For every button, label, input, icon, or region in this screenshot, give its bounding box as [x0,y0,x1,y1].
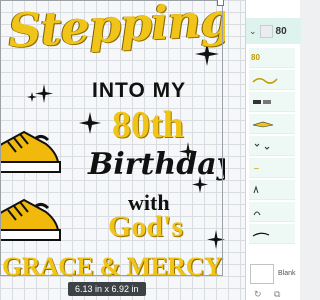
layer-item[interactable] [249,224,295,244]
layer-preview-icon [254,143,270,150]
layer-item-label: 80 [251,53,260,62]
blank-canvas-label: Blank [278,270,296,277]
layer-group-row[interactable]: ⌄ 80 [246,18,301,44]
layer-preview-icon [252,77,278,84]
layer-item[interactable]: 80 [249,48,295,68]
layer-preview-icon [253,99,271,104]
into-my-text: INTO MY [92,79,187,102]
design-canvas[interactable]: Stepping INTO MY 80th Birthday with God'… [0,0,245,300]
layer-preview-icon [253,211,261,215]
layer-item[interactable] [249,180,295,200]
layer-item[interactable] [249,136,295,156]
layer-preview-icon: ~ [253,164,260,173]
history-icon[interactable]: ↻ [254,289,262,300]
gods-text: God's [108,210,184,243]
layer-item[interactable]: ~ [249,158,295,178]
artwork[interactable]: Stepping INTO MY 80th Birthday with God'… [0,0,225,290]
layer-thumbnail [259,24,273,38]
layer-preview-icon [253,184,259,193]
size-readout: 6.13 in x 6.92 in [68,282,146,296]
chevron-down-icon[interactable]: ⌄ [249,26,257,37]
eightieth-text: 80th [112,104,184,146]
layer-item[interactable] [249,114,295,134]
svg-text:~: ~ [253,164,260,173]
layer-preview-icon [252,232,270,237]
grace-and-mercy-text: GRACE & MERCY [2,252,223,281]
layer-group-label: 80 [275,25,287,37]
layers-panel: ⌄ 80 80 ~ Blank ↻ ⧉ [245,0,301,300]
duplicate-icon[interactable]: ⧉ [274,289,280,300]
layer-item[interactable] [249,202,295,222]
blank-canvas-swatch[interactable] [250,264,274,284]
birthday-text: Birthday [88,147,225,182]
layer-item[interactable] [249,92,295,112]
stepping-title-text: Stepping [6,0,225,58]
layer-preview-icon [252,121,274,127]
layer-item[interactable] [249,70,295,90]
